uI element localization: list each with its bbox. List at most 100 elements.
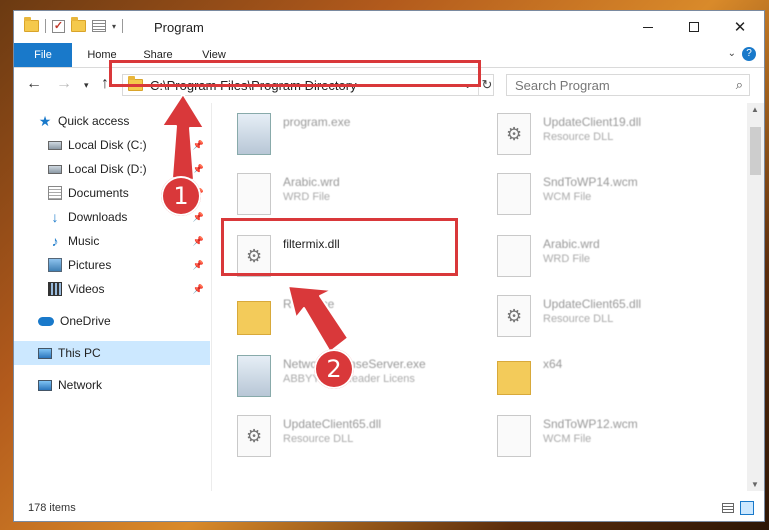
file-type: Resource DLL <box>283 433 354 445</box>
file-name: Arabic.wrd <box>283 175 340 189</box>
nav-item-pictures[interactable]: Pictures 📌 <box>14 253 210 277</box>
address-row: ← → ▾ ↑ C:\Program Files\Program Directo… <box>14 68 764 102</box>
file-highlight-box <box>221 218 458 276</box>
window-title: Program <box>154 20 204 35</box>
onedrive-icon <box>38 316 54 326</box>
file-type: Resource DLL <box>543 313 614 325</box>
drive-icon <box>48 164 62 174</box>
tab-home[interactable]: Home <box>78 43 126 67</box>
properties-check-icon[interactable]: ✓ <box>52 19 65 33</box>
dll-gear-icon <box>237 415 271 457</box>
nav-item-label: Music <box>68 234 100 248</box>
tab-file[interactable]: File <box>14 43 72 67</box>
nav-item-label: Downloads <box>68 210 128 224</box>
chevron-down-icon[interactable]: ⌄ <box>463 78 472 91</box>
nav-item-network[interactable]: Network <box>14 373 210 397</box>
address-bar[interactable]: C:\Program Files\Program Directory ⌄ ↻ <box>122 74 494 96</box>
nav-item-label: Network <box>58 378 103 392</box>
file-icon <box>497 235 531 277</box>
nav-item-onedrive[interactable]: OneDrive <box>14 309 210 333</box>
drive-icon <box>48 140 62 150</box>
nav-item-label: Pictures <box>68 258 112 272</box>
address-path[interactable]: C:\Program Files\Program Directory <box>150 78 357 93</box>
file-name: UpdateClient19.dll <box>543 115 642 129</box>
search-icon[interactable]: ⌕ <box>736 77 743 93</box>
item-count: 178 items <box>28 502 76 514</box>
customize-toolbar-icon[interactable]: ▾ <box>112 22 116 31</box>
search-placeholder: Search Program <box>515 78 610 93</box>
nav-item-this-pc[interactable]: This PC <box>14 341 210 365</box>
back-arrow-icon[interactable]: ← <box>26 75 42 93</box>
nav-item-label: OneDrive <box>60 314 111 328</box>
scroll-up-icon[interactable]: ▲ <box>751 105 759 114</box>
file-list: program.exe Arabic.wrd WRD File filtermi… <box>219 103 747 491</box>
scroll-thumb[interactable] <box>750 127 761 175</box>
documents-icon <box>48 186 62 200</box>
file-icon <box>237 173 271 215</box>
downloads-icon: ↓ <box>51 209 59 225</box>
scroll-down-icon[interactable]: ▼ <box>751 480 759 489</box>
pin-icon: 📌 <box>192 259 204 270</box>
nav-item-label: Local Disk (D:) <box>68 162 147 176</box>
exe-file-icon <box>237 113 271 155</box>
dll-gear-icon <box>497 295 531 337</box>
file-name: Resource <box>283 297 335 311</box>
tiles-view-icon[interactable] <box>740 501 754 515</box>
tab-share[interactable]: Share <box>134 43 182 67</box>
file-name: x64 <box>543 357 563 371</box>
network-icon <box>38 379 52 391</box>
file-name: SndToWP12.wcm <box>543 417 638 431</box>
file-type: Resource DLL <box>543 131 614 143</box>
maximize-button[interactable] <box>671 11 717 43</box>
tab-view[interactable]: View <box>190 43 238 67</box>
star-icon: ★ <box>38 113 52 129</box>
folder-icon <box>128 76 143 91</box>
file-type: WCM File <box>543 433 592 445</box>
file-icon <box>497 173 531 215</box>
list-item[interactable]: x64 <box>479 349 719 405</box>
music-icon: ♪ <box>51 233 59 249</box>
list-item[interactable]: UpdateClient65.dll Resource DLL <box>479 289 719 345</box>
nav-item-quick-access[interactable]: ★ Quick access <box>14 109 210 133</box>
minimize-icon <box>643 26 653 28</box>
forward-arrow-icon[interactable]: → <box>56 75 72 93</box>
new-folder-icon[interactable] <box>71 17 86 32</box>
up-arrow-icon[interactable]: ↑ <box>101 75 109 93</box>
properties-icon[interactable] <box>92 20 106 32</box>
search-input[interactable]: Search Program ⌕ <box>506 74 750 96</box>
list-item[interactable]: Resource <box>219 289 459 345</box>
list-item[interactable]: Arabic.wrd WRD File <box>479 229 719 285</box>
list-item[interactable]: UpdateClient65.dll Resource DLL <box>219 409 459 465</box>
list-item[interactable]: SndToWP14.wcm WCM File <box>479 167 719 223</box>
nav-item-music[interactable]: ♪ Music 📌 <box>14 229 210 253</box>
help-icon[interactable]: ? <box>742 47 756 61</box>
close-button[interactable]: ✕ <box>717 11 763 43</box>
minimize-button[interactable] <box>625 11 671 43</box>
toolbar-divider <box>45 19 46 33</box>
nav-item-label: This PC <box>58 346 101 360</box>
file-type: WRD File <box>543 253 591 265</box>
list-item[interactable]: SndToWP12.wcm WCM File <box>479 409 719 465</box>
list-item[interactable]: Arabic.wrd WRD File <box>219 167 459 223</box>
pin-icon: 📌 <box>192 163 204 174</box>
nav-item-videos[interactable]: Videos 📌 <box>14 277 210 301</box>
pane-divider[interactable] <box>211 103 212 491</box>
nav-item-local-disk-c[interactable]: Local Disk (C:) 📌 <box>14 133 210 157</box>
title-bar: ✓ ▾ Program ✕ <box>14 11 764 43</box>
expand-ribbon-icon[interactable]: ⌄ <box>728 48 736 59</box>
dll-gear-icon <box>497 113 531 155</box>
file-type: WCM File <box>543 191 592 203</box>
vertical-scrollbar[interactable]: ▲ ▼ <box>747 103 764 491</box>
file-name: NetworkLicenseServer.exe <box>283 357 426 371</box>
list-item[interactable]: program.exe <box>219 107 459 163</box>
recent-locations-icon[interactable]: ▾ <box>84 80 89 91</box>
details-view-icon[interactable] <box>722 503 734 513</box>
folder-icon <box>497 361 531 395</box>
refresh-icon[interactable]: ↻ <box>478 75 495 95</box>
close-icon: ✕ <box>733 19 747 36</box>
list-item[interactable]: UpdateClient19.dll Resource DLL <box>479 107 719 163</box>
pin-icon: 📌 <box>192 283 204 294</box>
maximize-icon <box>689 22 699 32</box>
quick-access-toolbar: ✓ ▾ <box>24 17 124 33</box>
pin-icon: 📌 <box>192 211 204 222</box>
